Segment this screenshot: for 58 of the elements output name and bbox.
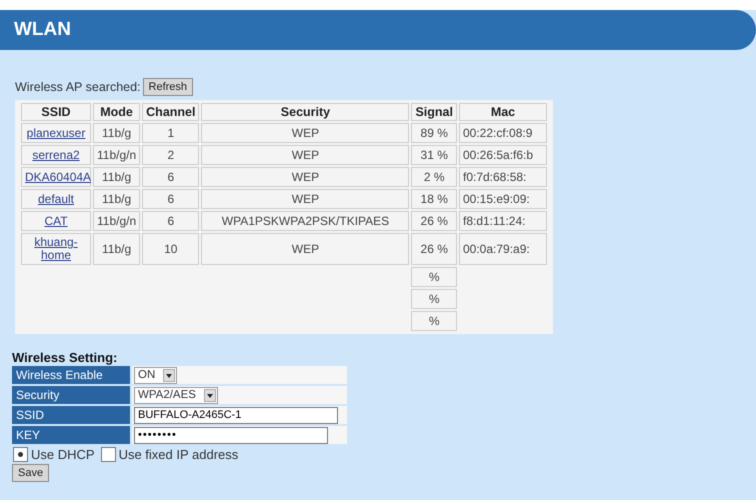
scan-label: Wireless AP searched: [15, 80, 141, 94]
signal-cell: 31 % [411, 145, 457, 165]
radio-label[interactable]: Use fixed IP address [118, 447, 238, 462]
setting-label: SSID [12, 406, 130, 424]
signal-cell: 89 % [411, 123, 457, 143]
setting-label: KEY [12, 426, 130, 444]
security-cell: WEP [201, 189, 410, 209]
radio-button[interactable] [13, 447, 28, 462]
channel-cell: 6 [142, 211, 200, 231]
channel-cell: 1 [142, 123, 200, 143]
mode-cell: 11b/g/n [93, 145, 140, 165]
mac-cell: f0:7d:68:58: [458, 167, 547, 187]
signal-cell: 18 % [411, 189, 457, 209]
radio-label[interactable]: Use DHCP [31, 447, 95, 462]
setting-label: Wireless Enable [12, 366, 130, 384]
mode-cell: 11b/g [93, 123, 140, 143]
save-button[interactable]: Save [12, 464, 50, 482]
signal-cell: % [411, 267, 457, 287]
security-cell: WEP [201, 167, 410, 187]
refresh-button[interactable]: Refresh [142, 78, 194, 96]
section-title: Wireless Setting: [12, 350, 118, 365]
signal-cell: 2 % [411, 167, 457, 187]
mode-cell: 11b/g [93, 189, 140, 209]
channel-cell: 2 [142, 145, 200, 165]
dropdown[interactable]: ON [134, 366, 178, 384]
signal-cell: % [411, 311, 457, 331]
radio-button[interactable] [100, 447, 116, 462]
mac-cell: 00:0a:79:a9: [458, 233, 547, 265]
caret-icon [163, 368, 176, 382]
signal-cell: % [411, 289, 457, 309]
mac-cell: 00:22:cf:08:9 [458, 123, 547, 143]
column-header: SSID [21, 103, 91, 121]
channel-cell: 6 [142, 189, 200, 209]
page-title: WLAN [14, 19, 71, 41]
dropdown[interactable]: WPA2/AES [134, 386, 218, 404]
signal-cell: 26 % [411, 211, 457, 231]
mac-cell: f8:d1:11:24: [458, 211, 547, 231]
key-field[interactable]: •••••••• [134, 426, 328, 444]
column-header: Mac [458, 103, 547, 121]
security-cell: WEP [201, 233, 410, 265]
column-header: Channel [142, 103, 200, 121]
column-header: Mode [93, 103, 140, 121]
ssid-field[interactable]: BUFFALO-A2465C-1 [134, 406, 338, 424]
mode-cell: 11b/g [93, 233, 140, 265]
signal-cell: 26 % [411, 233, 457, 265]
mode-cell: 11b/g/n [93, 211, 140, 231]
security-cell: WEP [201, 123, 410, 143]
channel-cell: 6 [142, 167, 200, 187]
column-header: Security [201, 103, 410, 121]
setting-label: Security [12, 386, 130, 404]
channel-cell: 10 [142, 233, 200, 265]
mode-cell: 11b/g [93, 167, 140, 187]
column-header: Signal [411, 103, 457, 121]
security-cell: WPA1PSKWPA2PSK/TKIPAES [201, 211, 410, 231]
security-cell: WEP [201, 145, 410, 165]
mac-cell: 00:26:5a:f6:b [458, 145, 547, 165]
caret-icon [204, 388, 216, 402]
mac-cell: 00:15:e9:09: [458, 189, 547, 209]
